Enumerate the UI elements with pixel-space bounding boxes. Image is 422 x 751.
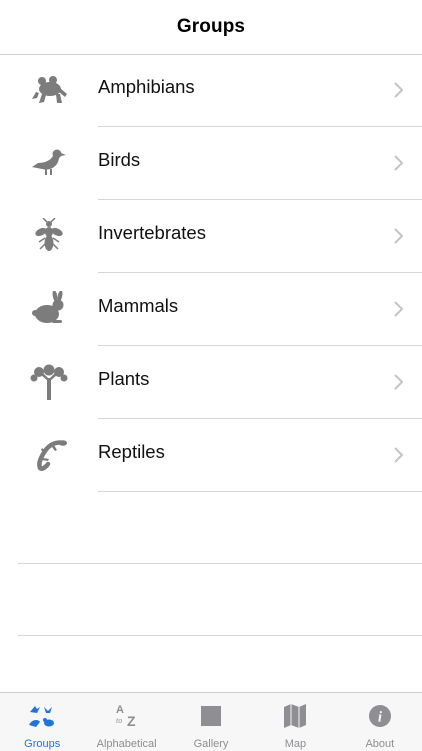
- tab-label: Gallery: [193, 738, 229, 750]
- tab-bar: Groups A to Z Alphabetical Gallery Map i…: [0, 692, 422, 751]
- list-item-label: Mammals: [98, 295, 179, 316]
- page-title: Groups: [176, 16, 246, 37]
- list-item-invertebrates[interactable]: Invertebrates: [0, 200, 422, 273]
- navigation-bar: Groups: [0, 0, 422, 55]
- tab-label: About: [365, 738, 395, 750]
- groups-list: Amphibians Birds Invertebrates Mammals P…: [0, 54, 422, 492]
- joshua-tree-icon: [30, 364, 68, 400]
- tab-groups[interactable]: Groups: [0, 693, 84, 751]
- list-item-label: Amphibians: [98, 76, 195, 97]
- info-icon: i: [366, 703, 394, 729]
- tab-alphabetical[interactable]: A to Z Alphabetical: [84, 693, 168, 751]
- list-item-plants[interactable]: Plants: [0, 346, 422, 419]
- svg-text:A: A: [116, 704, 124, 716]
- chevron-right-icon: [394, 374, 404, 390]
- chevron-right-icon: [394, 155, 404, 171]
- tab-map[interactable]: Map: [253, 693, 337, 751]
- tab-gallery[interactable]: Gallery: [169, 693, 253, 751]
- frog-icon: [30, 72, 68, 108]
- lizard-icon: [30, 437, 68, 473]
- row-separator: [98, 491, 422, 492]
- list-item-label: Birds: [98, 149, 141, 170]
- chevron-right-icon: [394, 82, 404, 98]
- bird-icon: [30, 145, 68, 181]
- list-item-label: Invertebrates: [98, 222, 206, 243]
- list-item-mammals[interactable]: Mammals: [0, 273, 422, 346]
- gallery-icon: [197, 703, 225, 729]
- empty-row-separator: [18, 563, 422, 564]
- groups-icon: [28, 703, 56, 729]
- empty-row-separator: [18, 635, 422, 636]
- tab-label: Map: [284, 738, 307, 750]
- list-item-birds[interactable]: Birds: [0, 127, 422, 200]
- a-to-z-icon: A to Z: [113, 703, 141, 729]
- svg-text:Z: Z: [127, 713, 136, 729]
- chevron-right-icon: [394, 228, 404, 244]
- tab-label: Groups: [24, 738, 61, 750]
- insect-icon: [30, 217, 68, 254]
- list-item-amphibians[interactable]: Amphibians: [0, 54, 422, 127]
- list-item-label: Reptiles: [98, 441, 165, 462]
- list-item-label: Plants: [98, 368, 150, 389]
- chevron-right-icon: [394, 301, 404, 317]
- svg-text:to: to: [116, 716, 122, 725]
- chevron-right-icon: [394, 447, 404, 463]
- rabbit-icon: [30, 290, 68, 327]
- tab-about[interactable]: i About: [338, 693, 422, 751]
- map-icon: [281, 703, 309, 729]
- tab-label: Alphabetical: [96, 738, 157, 750]
- list-item-reptiles[interactable]: Reptiles: [0, 419, 422, 492]
